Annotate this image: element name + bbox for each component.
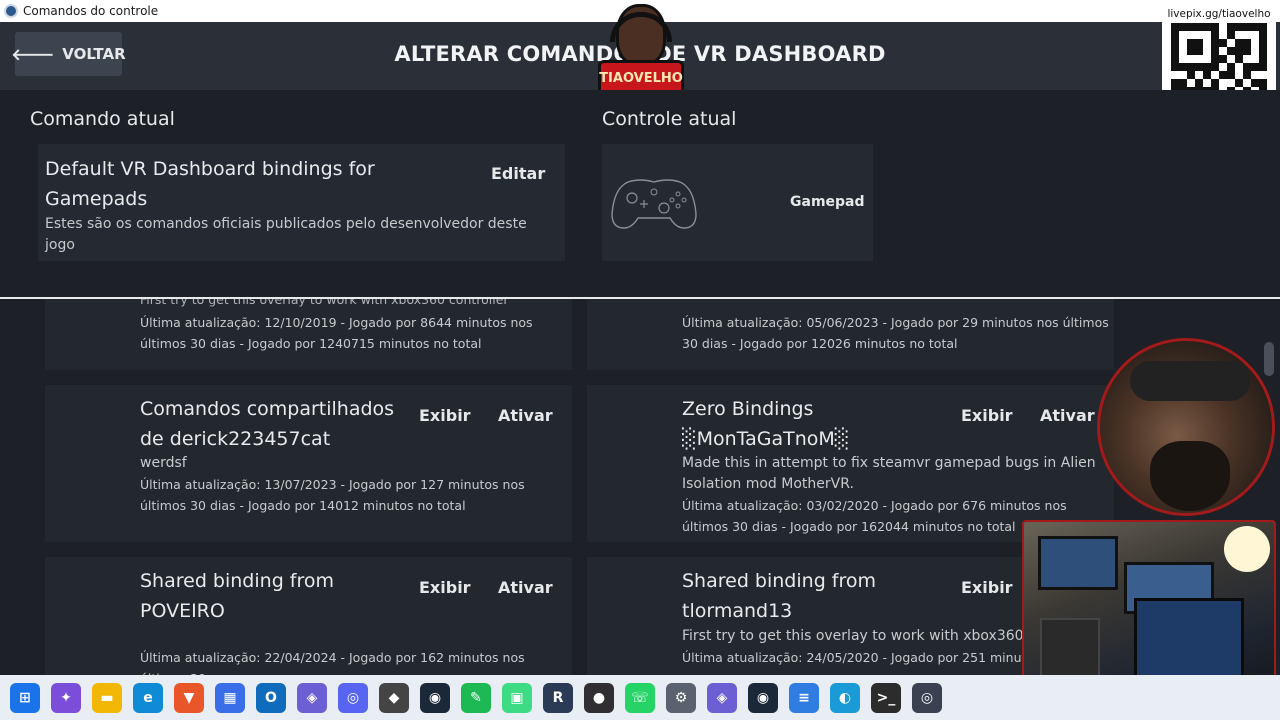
current-command-heading: Comando atual <box>30 108 175 130</box>
window-title: Comandos do controle <box>23 4 159 18</box>
item-meta: Última atualização: 22/04/2024 - Jogado … <box>140 650 525 675</box>
controller-label: Gamepad <box>790 194 865 210</box>
webcam-person <box>1150 441 1230 511</box>
view-button[interactable]: Exibir <box>961 406 1013 425</box>
file-explorer-icon[interactable]: ▬ <box>92 682 122 713</box>
vr-headset-icon <box>1130 361 1250 401</box>
item-title: Shared binding from POVEIRO <box>140 570 335 622</box>
start-icon[interactable]: ⊞ <box>10 682 40 713</box>
terminal-icon[interactable]: >_ <box>871 682 901 713</box>
r-app-icon[interactable]: R <box>543 682 573 713</box>
vr-app-icon[interactable]: ◈ <box>297 682 327 713</box>
item-snippet: First try to get this overlay to work wi… <box>140 299 509 307</box>
webcam-face-overlay <box>1097 338 1275 516</box>
item-meta: Última atualização: 13/07/2023 - Jogado … <box>140 477 525 513</box>
unity-icon[interactable]: ◆ <box>379 682 409 713</box>
view-button[interactable]: Exibir <box>419 578 471 597</box>
obs-icon[interactable]: ● <box>584 682 614 713</box>
qr-label: livepix.gg/tiaovelho <box>1167 8 1271 20</box>
current-binding-description: Estes são os comandos oficiais publicado… <box>45 216 527 253</box>
lamp-icon <box>1224 526 1270 572</box>
streamer-logo: TIAOVELHO <box>598 4 684 96</box>
current-section: Comando atual Controle atual Default VR … <box>0 90 1280 298</box>
discord-icon[interactable]: ◎ <box>338 682 368 713</box>
settings-icon[interactable]: ⚙ <box>666 682 696 713</box>
pen-app-icon[interactable]: ✎ <box>461 682 491 713</box>
item-description: Made this in attempt to fix steamvr game… <box>682 455 1096 492</box>
current-controller-card[interactable]: Gamepad <box>602 144 873 261</box>
list-item[interactable]: First try to get this overlay to work wi… <box>45 299 572 370</box>
whatsapp-icon[interactable]: ☏ <box>625 682 655 713</box>
monitor-icon <box>1038 536 1118 590</box>
store-icon[interactable]: ▦ <box>215 682 245 713</box>
view-button[interactable]: Exibir <box>419 406 471 425</box>
activate-button[interactable]: Ativar <box>498 578 553 597</box>
edge-icon[interactable]: e <box>133 682 163 713</box>
item-title: Shared binding from tlormand13 <box>682 570 877 622</box>
item-meta: Última atualização: 12/10/2019 - Jogado … <box>140 315 533 351</box>
outlook-icon[interactable]: O <box>256 682 286 713</box>
item-title: Comandos compartilhados de derick223457c… <box>140 398 395 450</box>
current-controller-heading: Controle atual <box>602 108 737 130</box>
item-meta: Última atualização: 05/06/2023 - Jogado … <box>682 315 1109 351</box>
list-item[interactable]: Shared binding from POVEIRO Última atual… <box>45 557 572 675</box>
vr-app-2-icon[interactable]: ◈ <box>707 682 737 713</box>
view-button[interactable]: Exibir <box>961 578 1013 597</box>
current-binding-card: Default VR Dashboard bindings for Gamepa… <box>38 144 565 261</box>
steamvr-icon[interactable]: ◎ <box>912 682 942 713</box>
taskbar: ⊞ ✦ ▬ e ▼ ▦ O ◈ ◎ ◆ ◉ ✎ ▣ R ● ☏ ⚙ ◈ ◉ ≡ ◐ >_ ◎ <box>0 675 1280 720</box>
app-icon <box>4 4 18 18</box>
item-title: Zero Bindings ░MonTaGaTnoM░ <box>682 398 850 450</box>
notepad-icon[interactable]: ≡ <box>789 682 819 713</box>
android-icon[interactable]: ▣ <box>502 682 532 713</box>
list-item[interactable]: Comandos compartilhados de derick223457c… <box>45 385 572 542</box>
browser-icon[interactable]: ◐ <box>830 682 860 713</box>
edit-button[interactable]: Editar <box>491 164 545 183</box>
item-author: werdsf <box>140 455 187 471</box>
activate-button[interactable]: Ativar <box>498 406 553 425</box>
activate-button[interactable]: Ativar <box>1040 406 1095 425</box>
steam-icon[interactable]: ◉ <box>420 682 450 713</box>
current-binding-name: Default VR Dashboard bindings for Gamepa… <box>45 158 375 210</box>
steam-2-icon[interactable]: ◉ <box>748 682 778 713</box>
list-item[interactable]: Última atualização: 05/06/2023 - Jogado … <box>587 299 1114 370</box>
brave-icon[interactable]: ▼ <box>174 682 204 713</box>
list-item[interactable]: Zero Bindings ░MonTaGaTnoM░ Made this in… <box>587 385 1114 542</box>
scrollbar-thumb[interactable] <box>1264 342 1274 376</box>
gamepad-icon <box>611 179 697 229</box>
copilot-icon[interactable]: ✦ <box>51 682 81 713</box>
